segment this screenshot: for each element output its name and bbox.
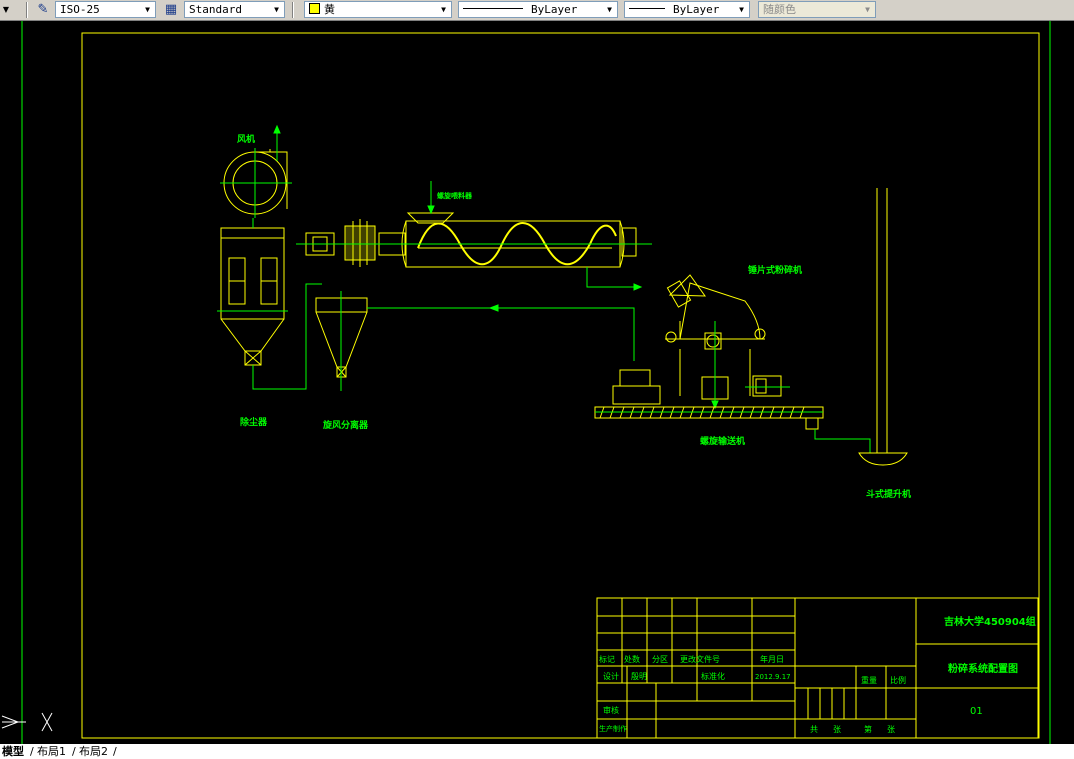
color-swatch [309,3,320,14]
layer-value: 黄 [324,3,335,16]
tab-layout2[interactable]: 布局2 [79,744,108,759]
text-style-icon[interactable]: ▦ [162,1,180,18]
lineweight-sample [629,8,665,9]
tb-process: 生产制作 [599,724,627,733]
toolbar-separator [292,2,294,18]
hammer-mill [665,274,782,400]
textstyle-select[interactable]: Standard ▼ [184,1,285,18]
title-school: 吉林大学450904组 [944,615,1036,628]
drawing-frame [81,32,1040,739]
label-hammer-mill: 锤片式粉碎机 [748,264,802,276]
label-dust-collector: 除尘器 [240,416,268,428]
linetype-value: ByLayer [531,3,578,16]
tab-separator: / [72,745,76,758]
dimstyle-select[interactable]: ISO-25 ▼ [55,1,156,18]
tab-separator: / [30,745,34,758]
tb-design: 设计 [603,671,619,681]
tb-standardize: 标准化 [701,671,725,681]
tb-sheet-no: 第 [864,724,872,734]
tb-date: 2012.9.17 [755,673,791,681]
toolbar-separator [26,2,28,18]
label-feeder: 螺旋喂料器 [437,191,473,200]
title-drawing-name: 粉碎系统配置图 [948,662,1018,675]
lineweight-select[interactable]: ByLayer ▼ [624,1,750,18]
tab-model[interactable]: 模型 [2,744,24,759]
tb-date-header: 年月日 [760,654,784,664]
screw-feeder [305,212,637,268]
label-screw-conveyor: 螺旋输送机 [700,435,745,447]
chevron-down-icon[interactable]: ▼ [270,3,283,16]
tb-designer: 殷明 [631,671,647,681]
tb-weight: 重量 [861,675,877,685]
drawing-canvas[interactable]: 风机 除尘器 旋风分离器 螺旋喂料器 锤片式粉碎机 螺旋输送机 斗式提升机 吉林… [0,21,1074,744]
ucs-icon [1,712,53,732]
tab-separator: / [113,745,117,758]
chevron-down-icon[interactable]: ▼ [141,3,154,16]
linetype-sample [463,8,523,9]
dropdown-arrow-icon[interactable]: ▼ [0,1,12,18]
tb-marks: 标记 [599,654,615,664]
cyclone-pipes [340,291,635,391]
layout-tabs: 模型 / 布局1 / 布局2 / [0,744,1074,759]
tb-scale: 比例 [890,675,906,685]
plotstyle-value: 随颜色 [763,3,796,16]
tb-sheets2: 张 [887,725,895,734]
chevron-down-icon[interactable]: ▼ [437,3,450,16]
chevron-down-icon[interactable]: ▼ [735,3,748,16]
dimstyle-value: ISO-25 [60,3,100,16]
fan-axis [220,124,292,218]
plotstyle-select[interactable]: 随颜色 ▼ [758,1,876,18]
tb-zone: 分区 [652,655,668,664]
textstyle-value: Standard [189,3,242,16]
tb-count: 处数 [624,654,640,664]
label-cyclone: 旋风分离器 [322,419,369,431]
label-bucket-elevator: 斗式提升机 [866,488,911,500]
tab-layout1[interactable]: 布局1 [37,744,66,759]
layer-select[interactable]: 黄 ▼ [304,1,452,18]
cad-drawing: 风机 除尘器 旋风分离器 螺旋喂料器 锤片式粉碎机 螺旋输送机 斗式提升机 吉林… [1,21,1051,744]
tb-review: 审核 [603,705,619,715]
dust-collector [220,227,285,366]
tb-total: 共 [810,725,818,734]
title-drawing-number: 01 [970,706,983,717]
hammer-mill-axis [711,321,790,410]
lineweight-value: ByLayer [673,3,720,16]
properties-toolbar: ▼ ✎ ISO-25 ▼ ▦ Standard ▼ 黄 ▼ ByLayer ▼ … [0,0,1074,21]
bucket-elevator [858,188,908,466]
dimension-style-icon[interactable]: ✎ [34,1,52,18]
tb-sheets: 张 [833,725,841,734]
label-fan: 风机 [237,133,255,145]
linetype-select[interactable]: ByLayer ▼ [458,1,618,18]
tb-change-doc: 更改文件号 [680,654,720,664]
chevron-down-icon[interactable]: ▼ [861,3,874,16]
chevron-down-icon[interactable]: ▼ [603,3,616,16]
